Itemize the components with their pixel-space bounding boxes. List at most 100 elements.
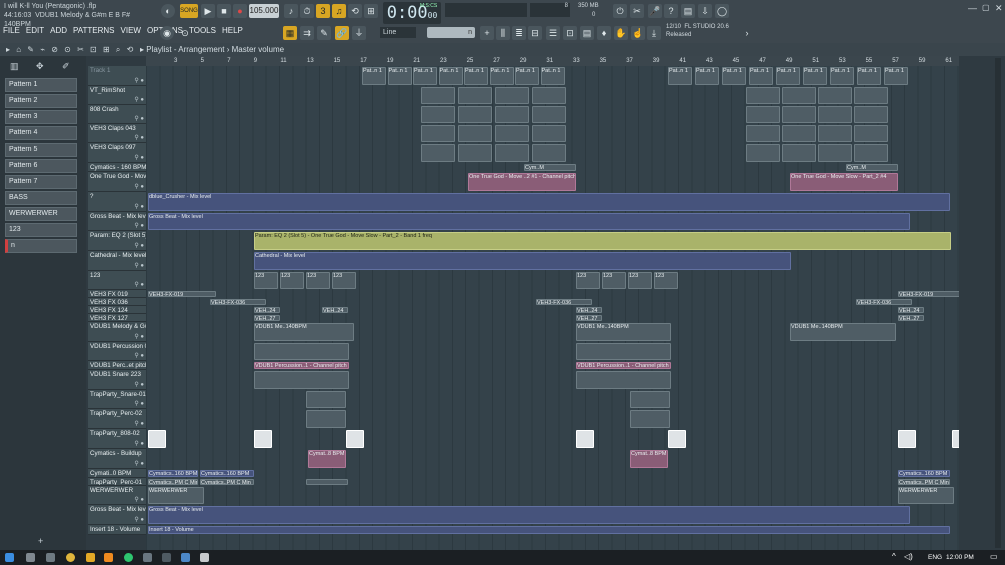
pat-song-toggle[interactable]: ◐ <box>161 4 175 18</box>
playlist-clip[interactable] <box>532 87 566 104</box>
browser-icon[interactable]: ☰ <box>546 26 560 40</box>
piano-roll-icon[interactable]: ✎ <box>317 26 331 40</box>
track-header[interactable]: 123 ⚲ ● <box>88 271 146 290</box>
main-volume-knob[interactable]: ⊙ <box>178 26 192 40</box>
playlist-clip[interactable] <box>421 144 455 162</box>
add-pattern-icon[interactable]: + <box>480 26 494 40</box>
playlist-clip[interactable]: 123 <box>280 272 304 289</box>
playlist-clip[interactable]: Cymatics..PM C Min <box>898 479 950 485</box>
playlist-clip[interactable]: Pat..n 1 <box>695 67 719 85</box>
track-link-icon[interactable]: ⚲ ● <box>134 496 144 504</box>
plugin-icon[interactable]: ⊡ <box>563 26 577 40</box>
track-header[interactable]: ? ⚲ ● <box>88 192 146 212</box>
playlist-clip[interactable]: Pat..n 1 <box>749 67 773 85</box>
scissors-icon[interactable]: ✂ <box>630 4 644 18</box>
track-link-icon[interactable]: ⚲ ● <box>134 203 144 211</box>
track-header[interactable]: Track 1 ⚲ ● <box>88 66 146 86</box>
playlist-clip[interactable] <box>854 87 888 104</box>
playlist-clip[interactable] <box>532 125 566 142</box>
power-icon[interactable]: ⏻ <box>613 4 627 18</box>
playlist-clip[interactable]: Pat..n 1 <box>857 67 881 85</box>
track-link-icon[interactable]: ⚲ ● <box>134 96 144 104</box>
playlist-clip[interactable]: 123 <box>306 272 330 289</box>
track-link-icon[interactable]: ⚲ ● <box>134 516 144 524</box>
pattern-item[interactable]: Pattern 2 <box>5 94 77 108</box>
track-header[interactable]: VDUB1 Perc..et pitch <box>88 361 146 370</box>
instrument-icon[interactable]: ✋ <box>614 26 628 40</box>
playlist-clip[interactable] <box>421 87 455 104</box>
app-icon[interactable] <box>143 553 152 562</box>
pattern-item[interactable]: Pattern 1 <box>5 78 77 92</box>
pattern-item[interactable]: Pattern 3 <box>5 110 77 124</box>
playlist-clip[interactable]: Cathedral - Mix level <box>254 252 791 270</box>
playlist-clip[interactable] <box>346 430 364 448</box>
arrangement-grid[interactable]: Pat..n 1 Pat..n 1 Pat..n 1 Pat..n 1 Pat..n 1… <box>146 66 959 550</box>
playlist-clip[interactable]: 123 <box>254 272 278 289</box>
playlist-clip[interactable]: Insert 18 - Volume <box>148 526 950 534</box>
playlist-clip[interactable] <box>818 144 852 162</box>
playlist-clip[interactable]: VEH..24 <box>254 307 280 313</box>
playlist-clip[interactable] <box>952 430 959 448</box>
playlist-clip[interactable]: One True God - Move Slow - Part_2 #4 <box>790 173 898 191</box>
track-link-icon[interactable]: ⚲ ● <box>134 460 144 468</box>
playlist-clip[interactable] <box>306 410 346 428</box>
playlist-clip[interactable]: VEH..24 <box>898 307 924 313</box>
playlist-clip[interactable]: Pat..n 1 <box>540 67 565 85</box>
track-header[interactable]: Param: EQ 2 (Slot 5) ⚲ ● <box>88 231 146 251</box>
stop-icon[interactable]: ■ <box>217 4 231 18</box>
playlist-clip[interactable]: Cymatics..160 BPM <box>898 470 950 477</box>
track-link-icon[interactable]: ⚲ ● <box>134 400 144 408</box>
step-icon[interactable]: ⊞ <box>364 4 378 18</box>
track-header[interactable]: VEH3 FX 019 <box>88 290 146 298</box>
playlist-clip[interactable] <box>495 87 529 104</box>
playlist-clip[interactable]: VDUB1 Me..140BPM <box>254 323 354 341</box>
playlist-clip[interactable]: Pat..n 1 <box>776 67 800 85</box>
menu-edit[interactable]: EDIT <box>23 26 47 38</box>
playlist-clip[interactable]: Cymatics..PM C Min <box>148 479 198 485</box>
playlist-clip[interactable]: Cymatics..PM C Min <box>200 479 254 485</box>
playlist-clip[interactable]: Pat..n 1 <box>413 67 437 85</box>
track-header[interactable]: WERWERWER ⚲ ● <box>88 486 146 505</box>
track-header[interactable]: Insert 18 - Volume <box>88 525 146 535</box>
language-indicator[interactable]: ENG <box>928 551 942 564</box>
mic-icon[interactable]: 🎤 <box>648 4 662 18</box>
playlist-clip[interactable] <box>254 371 349 389</box>
playlist-clip[interactable]: Cymatics..160 BPM <box>200 470 254 477</box>
playlist-clip[interactable]: Cymatics..160 BPM <box>148 470 198 477</box>
maximize-icon[interactable]: ▢ <box>982 3 990 12</box>
playlist-clip[interactable] <box>254 343 349 360</box>
playlist-clip[interactable]: VEH3-FX-019 <box>898 291 959 297</box>
playlist-clip[interactable] <box>898 430 916 448</box>
playlist-clip[interactable]: One True God - Move ..2 #1 - Channel pit… <box>468 173 576 191</box>
wait-icon[interactable]: ⏱ <box>300 4 314 18</box>
record-icon[interactable]: ● <box>233 4 247 18</box>
playlist-clip[interactable] <box>495 144 529 162</box>
playlist-tools[interactable]: ▸ ⌂ ✎ ⌁ ⊘ ⊙ ✂ ⊡ ⊞ ⌕ ⟲ <box>6 43 135 56</box>
playlist-clip[interactable] <box>495 106 529 123</box>
playlist-clip[interactable] <box>458 106 492 123</box>
export-icon[interactable]: ⇩ <box>698 4 712 18</box>
track-header[interactable]: 808 Crash ⚲ ● <box>88 105 146 124</box>
pattern-item[interactable]: 123 <box>5 223 77 237</box>
pattern-item[interactable]: WERWERWER <box>5 207 77 221</box>
playlist-clip[interactable]: VDUB1 Me..140BPM <box>576 323 671 341</box>
playlist-clip[interactable] <box>458 125 492 142</box>
playlist-clip[interactable]: Pat..n 1 <box>464 67 488 85</box>
track-link-icon[interactable]: ⚲ ● <box>134 440 144 448</box>
track-header[interactable]: TrapParty_Snare-01 ⚲ ● <box>88 390 146 409</box>
playlist-clip[interactable]: WERWERWER <box>148 487 204 504</box>
track-header[interactable]: Gross Beat - Mix lev ⚲ ● <box>88 505 146 525</box>
track-link-icon[interactable]: ⚲ ● <box>134 134 144 142</box>
playlist-clip[interactable] <box>532 106 566 123</box>
pattern-item[interactable]: Pattern 7 <box>5 175 77 189</box>
playlist-clip[interactable]: VEH..27 <box>576 315 602 321</box>
track-header[interactable]: VDUB1 Snare 223 ⚲ ● <box>88 370 146 390</box>
menu-patterns[interactable]: PATTERNS <box>70 26 117 38</box>
playlist-clip[interactable]: Pat..n 1 <box>438 67 463 85</box>
timeline-ruler[interactable]: 3 5 7 9 11 13 15 17 19 21 23 25 27 29 31 33 35 37 39 41 43 45… <box>146 56 959 66</box>
pattern-item[interactable]: BASS <box>5 191 77 205</box>
playlist-clip[interactable] <box>630 391 670 408</box>
track-header[interactable]: VT_RimShot ⚲ ● <box>88 86 146 105</box>
playlist-clip[interactable] <box>576 371 671 389</box>
pattern-item[interactable]: Pattern 4 <box>5 126 77 140</box>
